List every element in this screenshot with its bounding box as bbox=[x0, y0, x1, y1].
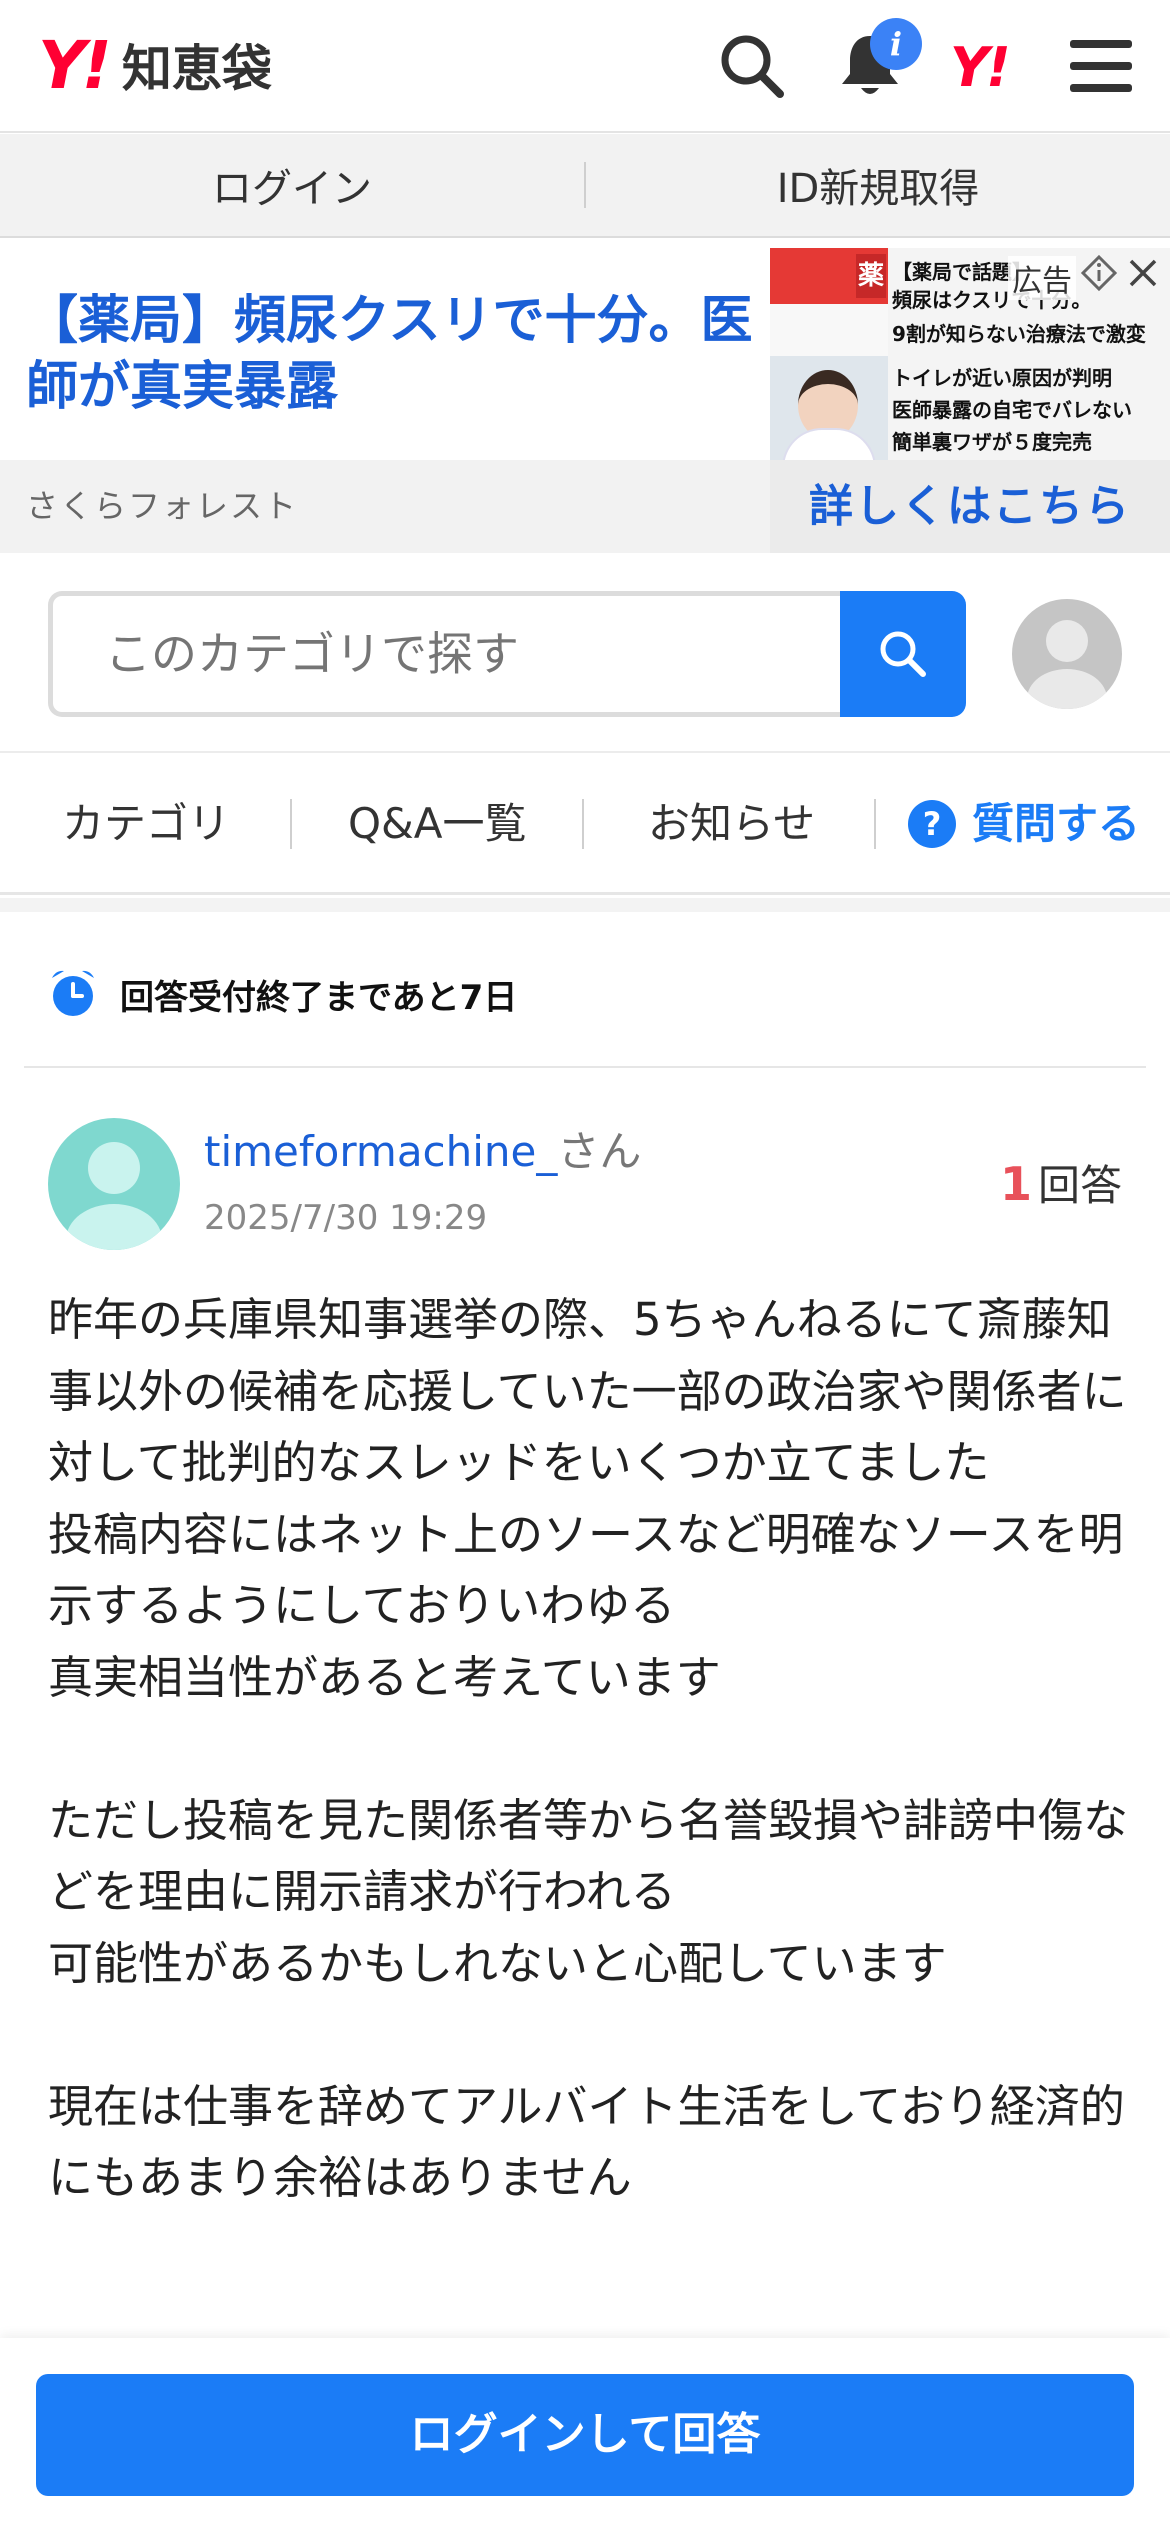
advertisement-banner[interactable]: 【薬局】頻尿クスリで十分。医師が真実暴露 薬 【薬局で話題】 頻尿はクスリで十分… bbox=[0, 248, 1170, 553]
register-link[interactable]: ID新規取得 bbox=[586, 134, 1170, 236]
ask-question-button[interactable]: ? 質問する bbox=[908, 753, 1140, 895]
notification-badge: i bbox=[870, 18, 922, 70]
answer-count-number: 1 bbox=[999, 1157, 1032, 1211]
ad-info-icon[interactable] bbox=[1080, 254, 1118, 292]
ad-image-text: 9割が知らない治療法で激変 bbox=[892, 322, 1146, 346]
nav-news[interactable]: お知らせ bbox=[648, 753, 815, 895]
default-avatar-icon bbox=[1027, 620, 1107, 709]
ad-image-sign: 薬 bbox=[856, 254, 886, 298]
ad-label: 広告 bbox=[1008, 256, 1076, 300]
question-body: 昨年の兵庫県知事選挙の際、5ちゃんねるにて斎藤知事以外の候補を応援していた一部の… bbox=[48, 1293, 1129, 2204]
ad-headline[interactable]: 【薬局】頻尿クスリで十分。医師が真実暴露 bbox=[26, 288, 756, 420]
app-header: Y! 知恵袋 i Y! bbox=[0, 0, 1170, 133]
yahoo-chiebukuro-logo[interactable]: Y! 知恵袋 bbox=[38, 27, 272, 104]
login-to-answer-button[interactable]: ログインして回答 bbox=[36, 2374, 1134, 2496]
answer-count[interactable]: 1 回答 bbox=[1000, 1152, 1122, 1213]
ad-sponsor: さくらフォレスト bbox=[26, 487, 299, 525]
question-date: 2025/7/30 19:29 bbox=[204, 1198, 488, 1238]
logo-text: 知恵袋 bbox=[121, 40, 272, 98]
ad-footer: さくらフォレスト 詳しくはこちら bbox=[0, 460, 1170, 553]
answer-count-label: 回答 bbox=[1037, 1161, 1122, 1210]
ad-image-text: トイレが近い原因が判明 bbox=[892, 366, 1112, 390]
search-button[interactable] bbox=[840, 591, 966, 717]
user-avatar[interactable] bbox=[1012, 599, 1122, 709]
yahoo-logo-mark: Y! bbox=[38, 26, 112, 104]
category-search-input[interactable] bbox=[48, 591, 842, 717]
search-section bbox=[0, 553, 1170, 753]
hamburger-menu-icon[interactable] bbox=[1066, 28, 1136, 104]
divider bbox=[582, 799, 584, 849]
default-avatar-icon bbox=[66, 1142, 162, 1250]
username[interactable]: timeformachine_ bbox=[204, 1127, 557, 1176]
deadline-notice: 回答受付終了まであと7日 bbox=[24, 912, 1146, 1068]
honorific: さん bbox=[557, 1127, 642, 1176]
nav-category[interactable]: カテゴリ bbox=[62, 753, 230, 895]
divider bbox=[874, 799, 876, 849]
alarm-clock-icon bbox=[52, 970, 94, 1016]
ad-image[interactable]: 薬 【薬局で話題】 頻尿はクスリで十分。 9割が知らない治療法で激変 トイレが近… bbox=[770, 248, 1170, 460]
bottom-action-bar: ログインして回答 bbox=[0, 2338, 1170, 2532]
search-icon bbox=[880, 631, 926, 677]
nav-qa-list[interactable]: Q&A一覧 bbox=[348, 753, 527, 895]
question-icon: ? bbox=[908, 800, 956, 848]
category-nav: カテゴリ Q&A一覧 お知らせ ? 質問する bbox=[0, 753, 1170, 895]
deadline-text: 回答受付終了まであと7日 bbox=[120, 978, 518, 1018]
ask-question-label: 質問する bbox=[972, 799, 1141, 848]
search-icon[interactable] bbox=[714, 28, 790, 104]
questioner-name[interactable]: timeformachine_さん bbox=[204, 1118, 641, 1179]
questioner-avatar[interactable] bbox=[48, 1118, 180, 1250]
section-gap bbox=[0, 898, 1170, 912]
divider bbox=[290, 799, 292, 849]
ad-close-icon[interactable] bbox=[1124, 254, 1162, 292]
login-link[interactable]: ログイン bbox=[0, 134, 584, 236]
yahoo-japan-icon[interactable]: Y! bbox=[950, 36, 1011, 99]
ad-image-text: 医師暴露の自宅でバレない bbox=[892, 398, 1132, 422]
ad-image-text: 簡単裏ワザが５度完売 bbox=[892, 430, 1092, 454]
ad-cta-button[interactable]: 詳しくはこちら bbox=[770, 460, 1170, 553]
login-bar: ログイン ID新規取得 bbox=[0, 134, 1170, 238]
